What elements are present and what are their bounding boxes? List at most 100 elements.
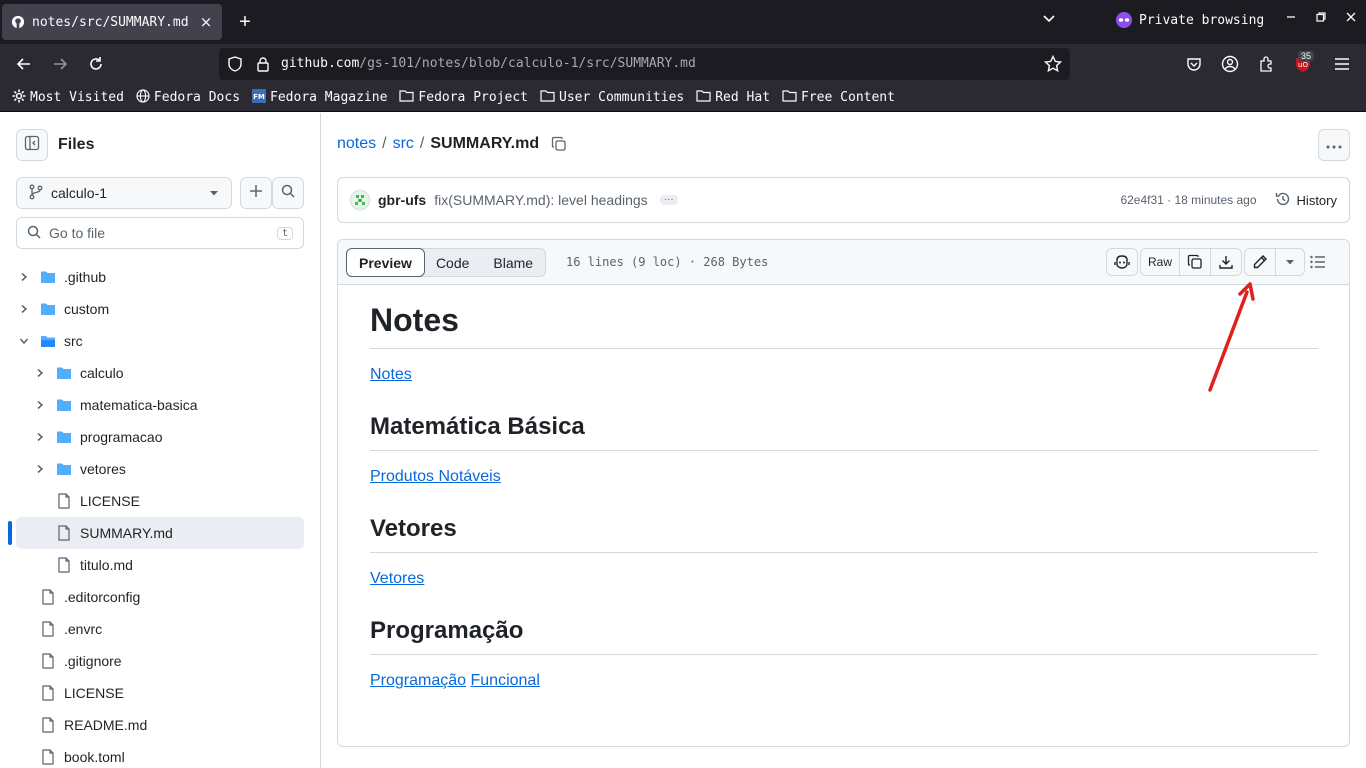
bookmark-user-communities[interactable]: User Communities: [540, 89, 684, 106]
minimize-icon[interactable]: [1281, 10, 1301, 26]
list-all-tabs-icon[interactable]: [1042, 12, 1056, 31]
file-icon: [40, 717, 56, 733]
tree-item-label: .editorconfig: [64, 589, 141, 605]
paragraph: Vetores: [370, 569, 1318, 597]
bookmark-fedora-docs[interactable]: Fedora Docs: [136, 88, 240, 107]
add-file-button[interactable]: [240, 177, 272, 209]
bookmark-most-visited[interactable]: Most Visited: [12, 89, 124, 107]
edit-pencil-icon[interactable]: [1245, 249, 1275, 275]
tree-file-item[interactable]: SUMMARY.md: [8, 517, 304, 549]
bookmark-free-content[interactable]: Free Content: [782, 89, 895, 106]
tree-file-item[interactable]: .gitignore: [16, 645, 304, 677]
copy-raw-icon[interactable]: [1179, 249, 1210, 275]
expand-commit-ellipsis-icon[interactable]: ···: [659, 195, 678, 205]
restore-icon[interactable]: [1311, 10, 1331, 26]
file-icon: [40, 685, 56, 701]
annotation-arrow-icon: [1208, 282, 1255, 392]
reload-icon[interactable]: [84, 52, 108, 76]
commit-author[interactable]: gbr-ufs: [378, 192, 426, 208]
plus-icon: [249, 184, 263, 203]
tree-item-label: vetores: [80, 461, 126, 477]
tab-code[interactable]: Code: [424, 249, 481, 276]
url-bar[interactable]: github.com/gs-101/notes/blob/calculo-1/s…: [219, 48, 1070, 80]
tab-blame[interactable]: Blame: [481, 249, 545, 276]
new-tab-button[interactable]: +: [234, 10, 256, 34]
latest-commit-bar: gbr-ufs fix(SUMMARY.md): level headings …: [337, 177, 1350, 223]
chevron-right-icon[interactable]: [32, 400, 48, 410]
tab-close-icon[interactable]: ×: [198, 13, 214, 31]
edit-dropdown-icon[interactable]: [1275, 249, 1304, 275]
outline-list-icon[interactable]: [1310, 255, 1326, 274]
tree-file-item[interactable]: LICENSE: [16, 677, 304, 709]
commit-message[interactable]: fix(SUMMARY.md): level headings: [434, 192, 647, 208]
chevron-right-icon[interactable]: [32, 368, 48, 378]
file-content-box: Preview Code Blame 16 lines (9 loc) · 26…: [337, 239, 1350, 747]
url-text[interactable]: github.com/gs-101/notes/blob/calculo-1/s…: [281, 56, 696, 71]
commit-sha-time[interactable]: 62e4f31 · 18 minutes ago: [1120, 193, 1256, 207]
raw-button[interactable]: Raw: [1141, 249, 1179, 275]
tree-folder-item[interactable]: vetores: [16, 453, 304, 485]
folder-open-icon: [40, 334, 56, 348]
tree-file-item[interactable]: README.md: [16, 709, 304, 741]
fedora-magazine-icon: FM: [252, 88, 267, 107]
bookmark-label: Fedora Magazine: [270, 90, 388, 105]
account-icon[interactable]: [1218, 52, 1242, 76]
copilot-button[interactable]: [1106, 248, 1138, 276]
link-notes[interactable]: Notes: [370, 366, 412, 383]
tree-item-label: src: [64, 333, 83, 349]
browser-tab[interactable]: notes/src/SUMMARY.md ×: [2, 4, 222, 40]
breadcrumb-repo-link[interactable]: notes: [337, 135, 376, 153]
pocket-icon[interactable]: [1182, 52, 1206, 76]
kebab-horizontal-icon: [1326, 136, 1342, 154]
tree-item-label: LICENSE: [64, 685, 124, 701]
link-funcional[interactable]: Funcional: [471, 672, 540, 689]
lock-icon[interactable]: [255, 56, 271, 77]
tree-file-item[interactable]: book.toml: [16, 741, 304, 768]
more-options-button[interactable]: [1318, 129, 1350, 161]
chevron-right-icon[interactable]: [32, 432, 48, 442]
forward-icon[interactable]: [48, 52, 72, 76]
private-mask-icon: [1116, 12, 1132, 28]
file-icon: [56, 525, 72, 541]
history-button[interactable]: History: [1275, 191, 1337, 210]
bookmark-red-hat[interactable]: Red Hat: [696, 89, 770, 106]
chevron-right-icon[interactable]: [16, 272, 32, 282]
tree-file-item[interactable]: .envrc: [16, 613, 304, 645]
tracking-protection-icon[interactable]: [227, 56, 243, 77]
close-window-icon[interactable]: [1341, 10, 1361, 26]
branch-selector[interactable]: calculo-1: [16, 177, 232, 209]
tab-preview[interactable]: Preview: [346, 248, 425, 277]
tree-file-item[interactable]: titulo.md: [16, 549, 304, 581]
file-icon: [56, 493, 72, 509]
edit-button-group: [1244, 248, 1305, 276]
breadcrumb-dir-link[interactable]: src: [393, 135, 414, 153]
back-icon[interactable]: [12, 52, 36, 76]
search-code-button[interactable]: [272, 177, 304, 209]
chevron-down-icon[interactable]: [16, 336, 32, 346]
tree-folder-item[interactable]: matematica-basica: [16, 389, 304, 421]
copy-path-icon[interactable]: [551, 136, 567, 152]
file-tree-sidebar: Files calculo-1 Go to file t .github cust…: [0, 113, 321, 768]
avatar[interactable]: [350, 190, 370, 210]
tree-file-item[interactable]: .editorconfig: [16, 581, 304, 613]
collapse-sidebar-button[interactable]: [16, 129, 48, 161]
tree-folder-item[interactable]: programacao: [16, 421, 304, 453]
link-vetores[interactable]: Vetores: [370, 570, 424, 587]
link-programacao[interactable]: Programação: [370, 672, 466, 689]
link-produtos-notaveis[interactable]: Produtos Notáveis: [370, 468, 501, 485]
tree-folder-item[interactable]: src: [16, 325, 304, 357]
bookmark-fedora-magazine[interactable]: FM Fedora Magazine: [252, 88, 388, 107]
chevron-right-icon[interactable]: [16, 304, 32, 314]
download-icon[interactable]: [1210, 249, 1241, 275]
chevron-right-icon[interactable]: [32, 464, 48, 474]
app-menu-icon[interactable]: [1330, 52, 1354, 76]
tree-folder-item[interactable]: calculo: [16, 357, 304, 389]
tree-folder-item[interactable]: .github: [16, 261, 304, 293]
go-to-file-input[interactable]: Go to file t: [16, 217, 304, 249]
bookmark-fedora-project[interactable]: Fedora Project: [399, 89, 528, 106]
bookmark-star-icon[interactable]: [1043, 54, 1063, 78]
extensions-icon[interactable]: [1254, 52, 1278, 76]
tree-file-item[interactable]: LICENSE: [16, 485, 304, 517]
tree-folder-item[interactable]: custom: [16, 293, 304, 325]
git-branch-icon: [29, 184, 43, 203]
